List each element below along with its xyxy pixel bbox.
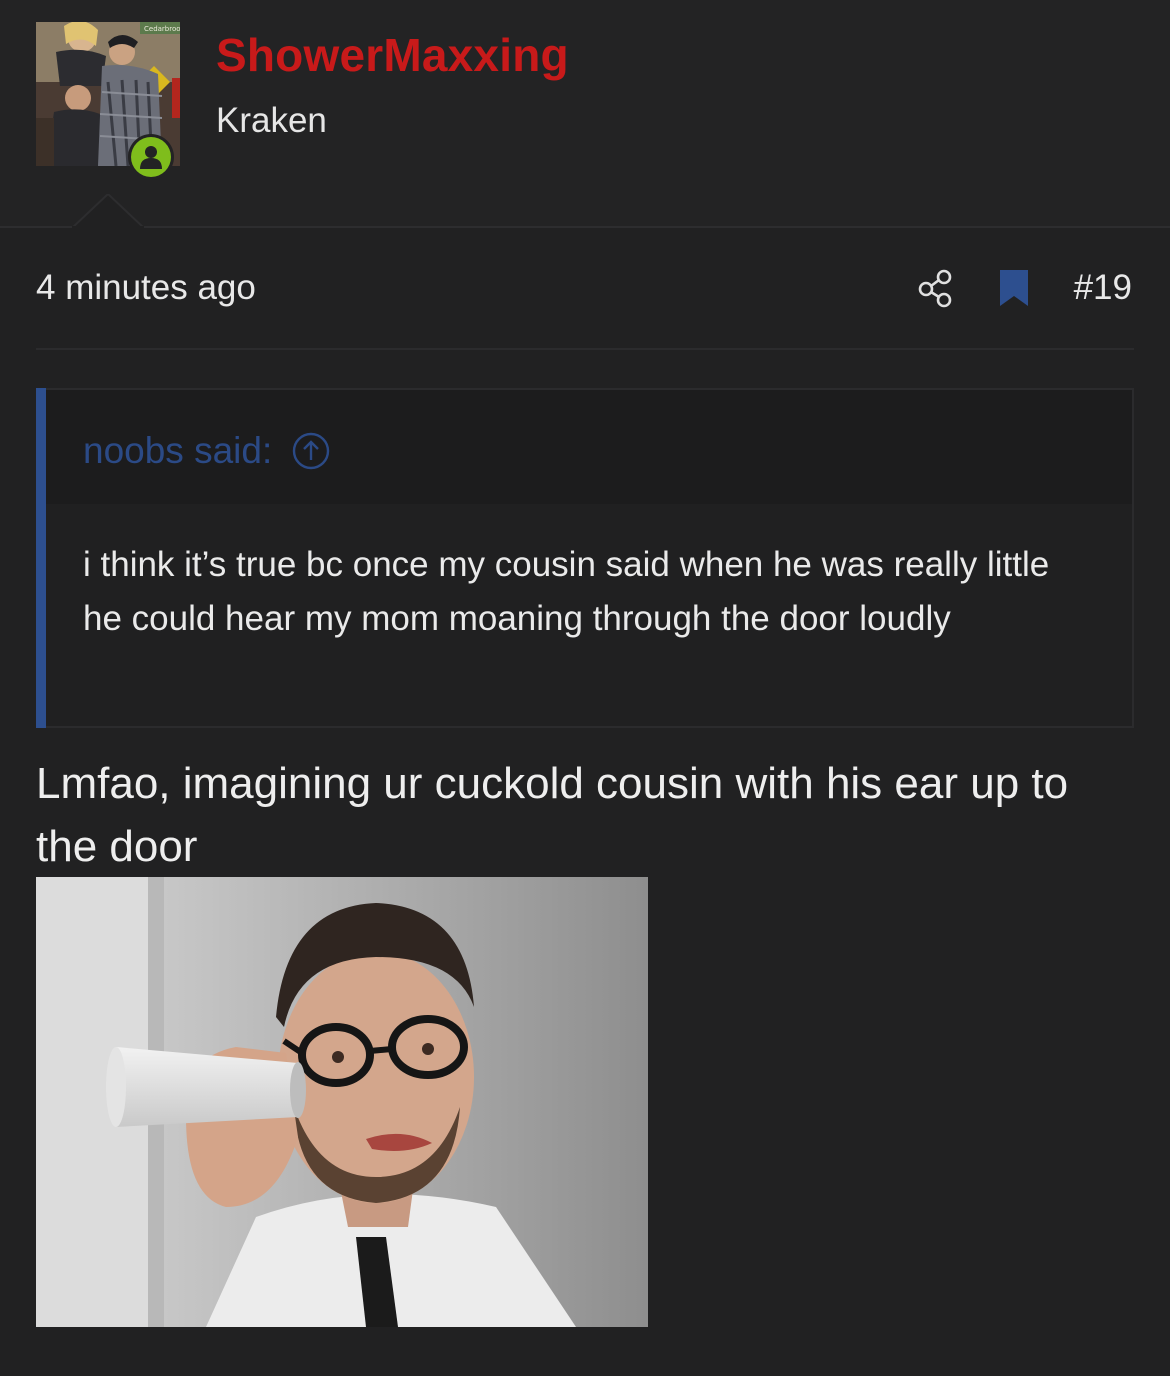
quote-body-text: i think it’s true bc once my cousin said… <box>83 545 1050 638</box>
header-pointer-arrow <box>72 194 144 230</box>
quote-accent-bar <box>36 388 46 728</box>
post-number-link[interactable]: #19 <box>1074 268 1132 308</box>
man-listening-with-cup-photo <box>36 877 648 1327</box>
username-link[interactable]: ShowerMaxxing <box>216 28 569 82</box>
quote-author-link[interactable]: noobs said: <box>83 430 330 472</box>
quote-author-label: noobs said: <box>83 430 273 471</box>
user-title: Kraken <box>216 101 327 140</box>
bookmark-icon[interactable] <box>999 270 1028 306</box>
post-actions: #19 <box>918 266 1132 310</box>
meta-divider <box>36 348 1134 350</box>
user-header: Cedarbrook ShowerMaxxing Kraken <box>0 0 1170 226</box>
avatar-sign-text: Cedarbrook <box>144 25 180 33</box>
share-icon[interactable] <box>918 268 954 308</box>
quote-header: noobs said: <box>46 390 1132 504</box>
post-attached-image[interactable] <box>36 877 648 1327</box>
quote-block: noobs said: i think it’s true bc once my… <box>36 388 1134 728</box>
post-body-text: Lmfao, imagining ur cuckold cousin with … <box>36 759 1069 871</box>
post-timestamp[interactable]: 4 minutes ago <box>36 268 256 308</box>
user-online-icon <box>131 137 171 177</box>
online-status-badge <box>128 134 174 180</box>
arrow-up-circle-icon[interactable] <box>292 432 330 470</box>
header-divider <box>0 226 1170 228</box>
